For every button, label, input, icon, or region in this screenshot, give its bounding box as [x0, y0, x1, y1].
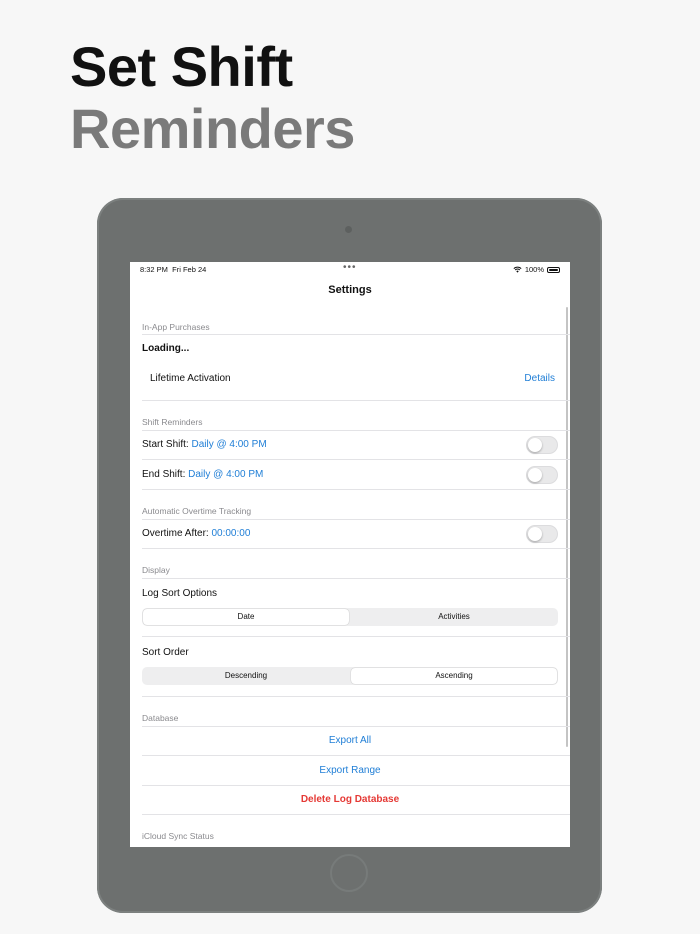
section-header-database: Database — [142, 713, 179, 723]
end-shift-value[interactable]: Daily @ 4:00 PM — [188, 469, 263, 480]
headline-line-1: Set Shift — [70, 35, 293, 98]
sort-order-label: Sort Order — [142, 647, 189, 658]
divider — [142, 548, 570, 549]
camera-dot — [345, 226, 352, 233]
page-title: Settings — [328, 284, 372, 296]
battery-icon — [547, 266, 560, 273]
multitasking-dots-icon[interactable]: ••• — [343, 262, 357, 273]
export-range-button[interactable]: Export Range — [142, 765, 558, 776]
divider — [142, 785, 570, 786]
overtime-label: Overtime After: — [142, 528, 212, 539]
scrollbar[interactable] — [566, 307, 568, 747]
log-sort-label: Log Sort Options — [142, 588, 218, 599]
start-shift-label: Start Shift: — [142, 439, 192, 450]
section-header-shift-reminders: Shift Reminders — [142, 417, 203, 427]
overtime-toggle[interactable] — [526, 525, 558, 543]
segment-date[interactable]: Date — [143, 609, 349, 625]
divider — [142, 489, 570, 490]
segment-descending[interactable]: Descending — [143, 668, 349, 684]
lifetime-activation-label: Lifetime Activation — [150, 373, 231, 384]
status-date: Fri Feb 24 — [172, 265, 207, 274]
section-header-icloud: iCloud Sync Status — [142, 831, 214, 841]
export-all-button[interactable]: Export All — [142, 735, 558, 746]
divider — [142, 636, 570, 637]
status-time: 8:32 PM Fri Feb 24 — [140, 265, 206, 274]
divider — [142, 696, 570, 697]
wifi-icon — [513, 266, 522, 273]
divider — [142, 334, 570, 335]
divider — [142, 400, 570, 401]
divider — [142, 755, 570, 756]
home-button — [330, 854, 368, 892]
battery-percent: 100% — [524, 265, 544, 274]
delete-log-database-button[interactable]: Delete Log Database — [142, 794, 558, 805]
section-header-display: Display — [142, 565, 170, 575]
segment-activities[interactable]: Activities — [351, 609, 557, 625]
loading-label: Loading... — [142, 343, 190, 354]
end-shift-toggle[interactable] — [526, 466, 558, 484]
divider — [142, 519, 570, 520]
sort-order-segmented-control: Descending Ascending — [142, 667, 558, 685]
section-header-iap: In-App Purchases — [142, 322, 210, 332]
overtime-row[interactable]: Overtime After: 00:00:00 — [142, 528, 558, 539]
headline: Set Shift Reminders — [70, 36, 355, 160]
toggle-knob — [528, 527, 542, 541]
segment-ascending[interactable]: Ascending — [351, 668, 557, 684]
lifetime-activation-row: Lifetime Activation Details — [150, 373, 555, 384]
status-time-value: 8:32 PM — [140, 265, 168, 274]
section-header-overtime: Automatic Overtime Tracking — [142, 506, 252, 516]
divider — [142, 430, 570, 431]
toggle-knob — [528, 438, 542, 452]
divider — [142, 459, 570, 460]
end-shift-label: End Shift: — [142, 469, 189, 480]
end-shift-row[interactable]: End Shift: Daily @ 4:00 PM — [142, 469, 558, 480]
details-link[interactable]: Details — [524, 373, 555, 384]
status-right: 100% — [513, 265, 560, 274]
divider — [142, 578, 570, 579]
start-shift-row[interactable]: Start Shift: Daily @ 4:00 PM — [142, 439, 558, 450]
start-shift-toggle[interactable] — [526, 436, 558, 454]
start-shift-value[interactable]: Daily @ 4:00 PM — [191, 439, 266, 450]
toggle-knob — [528, 468, 542, 482]
headline-line-2: Reminders — [70, 97, 355, 160]
status-bar: 8:32 PM Fri Feb 24 ••• 100% — [130, 262, 570, 276]
overtime-value[interactable]: 00:00:00 — [211, 528, 250, 539]
divider — [142, 814, 570, 815]
log-sort-segmented-control: Date Activities — [142, 608, 558, 626]
divider — [142, 726, 570, 727]
settings-screen: 8:32 PM Fri Feb 24 ••• 100% Settings In-… — [130, 262, 570, 847]
